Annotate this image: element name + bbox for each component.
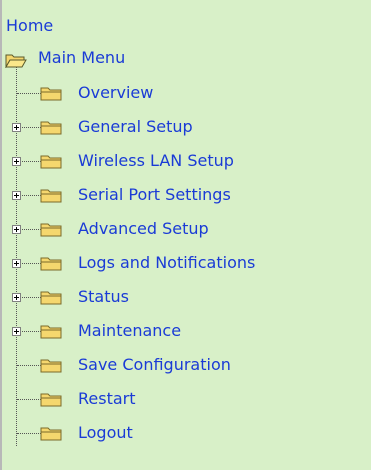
folder-icon xyxy=(40,189,62,203)
tree-item-label: Wireless LAN Setup xyxy=(78,151,234,170)
main-menu-tree: Main Menu Overview General Setup Wireless … xyxy=(0,0,371,470)
folder-icon xyxy=(40,257,62,271)
tree-connector-line xyxy=(17,365,41,366)
folder-icon xyxy=(40,427,62,441)
tree-item-label: Save Configuration xyxy=(78,355,231,374)
tree-item-label: General Setup xyxy=(78,117,193,136)
tree-connector-line xyxy=(17,433,41,434)
folder-icon xyxy=(40,291,62,305)
open-folder-icon xyxy=(5,54,27,68)
folder-icon xyxy=(40,393,62,407)
tree-item-overview[interactable]: Overview xyxy=(0,76,371,110)
tree-item-serial-port-settings[interactable]: Serial Port Settings xyxy=(0,178,371,212)
tree-item-label: Logout xyxy=(78,423,133,442)
tree-item-general-setup[interactable]: General Setup xyxy=(0,110,371,144)
folder-icon xyxy=(40,223,62,237)
expand-plus-icon[interactable] xyxy=(12,191,21,200)
tree-item-wireless-lan-setup[interactable]: Wireless LAN Setup xyxy=(0,144,371,178)
expand-plus-icon[interactable] xyxy=(12,225,21,234)
tree-item-advanced-setup[interactable]: Advanced Setup xyxy=(0,212,371,246)
folder-icon xyxy=(40,359,62,373)
tree-item-logout[interactable]: Logout xyxy=(0,416,371,450)
tree-root-main-menu[interactable]: Main Menu xyxy=(0,44,371,78)
tree-root-label: Main Menu xyxy=(38,48,126,67)
tree-item-label: Overview xyxy=(78,83,154,102)
expand-plus-icon[interactable] xyxy=(12,123,21,132)
tree-item-logs-and-notifications[interactable]: Logs and Notifications xyxy=(0,246,371,280)
tree-item-label: Maintenance xyxy=(78,321,182,340)
expand-plus-icon[interactable] xyxy=(12,327,21,336)
expand-plus-icon[interactable] xyxy=(12,259,21,268)
tree-item-status[interactable]: Status xyxy=(0,280,371,314)
expand-plus-icon[interactable] xyxy=(12,157,21,166)
folder-icon xyxy=(40,87,62,101)
tree-item-save-configuration[interactable]: Save Configuration xyxy=(0,348,371,382)
folder-icon xyxy=(40,155,62,169)
tree-item-label: Logs and Notifications xyxy=(78,253,256,272)
tree-item-label: Restart xyxy=(78,389,136,408)
folder-icon xyxy=(40,325,62,339)
tree-item-label: Status xyxy=(78,287,129,306)
tree-item-label: Advanced Setup xyxy=(78,219,209,238)
folder-icon xyxy=(40,121,62,135)
expand-plus-icon[interactable] xyxy=(12,293,21,302)
tree-connector-line xyxy=(17,93,41,94)
tree-item-restart[interactable]: Restart xyxy=(0,382,371,416)
tree-item-label: Serial Port Settings xyxy=(78,185,231,204)
tree-connector-line xyxy=(17,399,41,400)
tree-item-maintenance[interactable]: Maintenance xyxy=(0,314,371,348)
